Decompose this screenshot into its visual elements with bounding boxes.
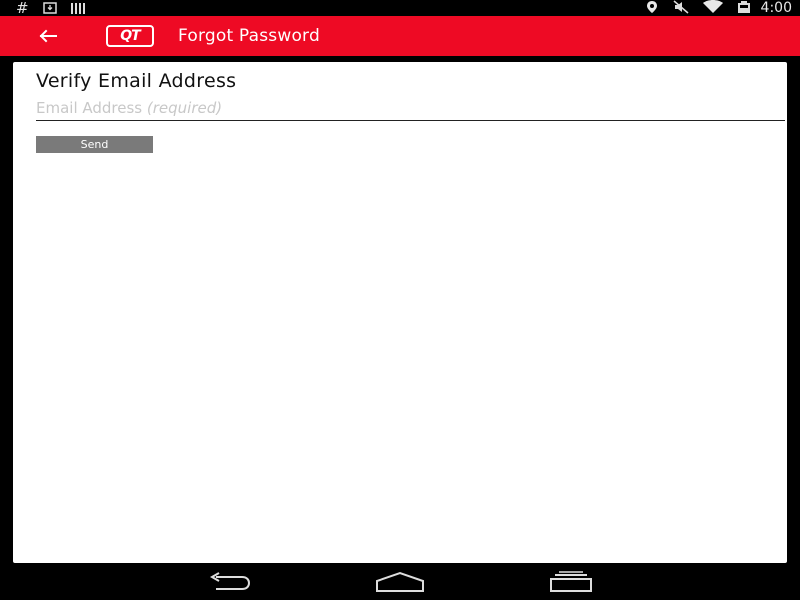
nav-home-button[interactable] xyxy=(375,569,425,595)
back-nav-icon xyxy=(209,572,251,590)
qt-logo: QT xyxy=(106,25,154,47)
battery-icon xyxy=(737,0,751,18)
mute-icon xyxy=(673,0,689,18)
download-icon xyxy=(42,0,57,18)
page-title: Forgot Password xyxy=(178,26,320,46)
nav-back-button[interactable] xyxy=(204,569,254,595)
back-button[interactable] xyxy=(34,22,62,50)
app-bar: QT Forgot Password xyxy=(0,16,800,56)
email-field[interactable] xyxy=(36,96,785,121)
logo-text: QT xyxy=(120,28,140,44)
status-time: 4:00 xyxy=(760,0,792,16)
nav-recents-button[interactable] xyxy=(546,569,596,595)
home-nav-icon xyxy=(376,571,424,592)
navigation-bar xyxy=(0,563,800,600)
location-icon xyxy=(645,0,659,18)
hash-icon: # xyxy=(16,0,29,17)
form-heading: Verify Email Address xyxy=(36,70,237,92)
send-button[interactable]: Send xyxy=(36,136,153,153)
arrow-left-icon xyxy=(39,29,57,43)
wifi-icon xyxy=(702,0,723,18)
status-bar: # 4:00 xyxy=(0,0,800,16)
signal-bars-icon xyxy=(70,2,85,14)
forgot-password-card: Verify Email Address Email Address (requ… xyxy=(13,62,787,563)
recents-nav-icon xyxy=(550,571,592,592)
